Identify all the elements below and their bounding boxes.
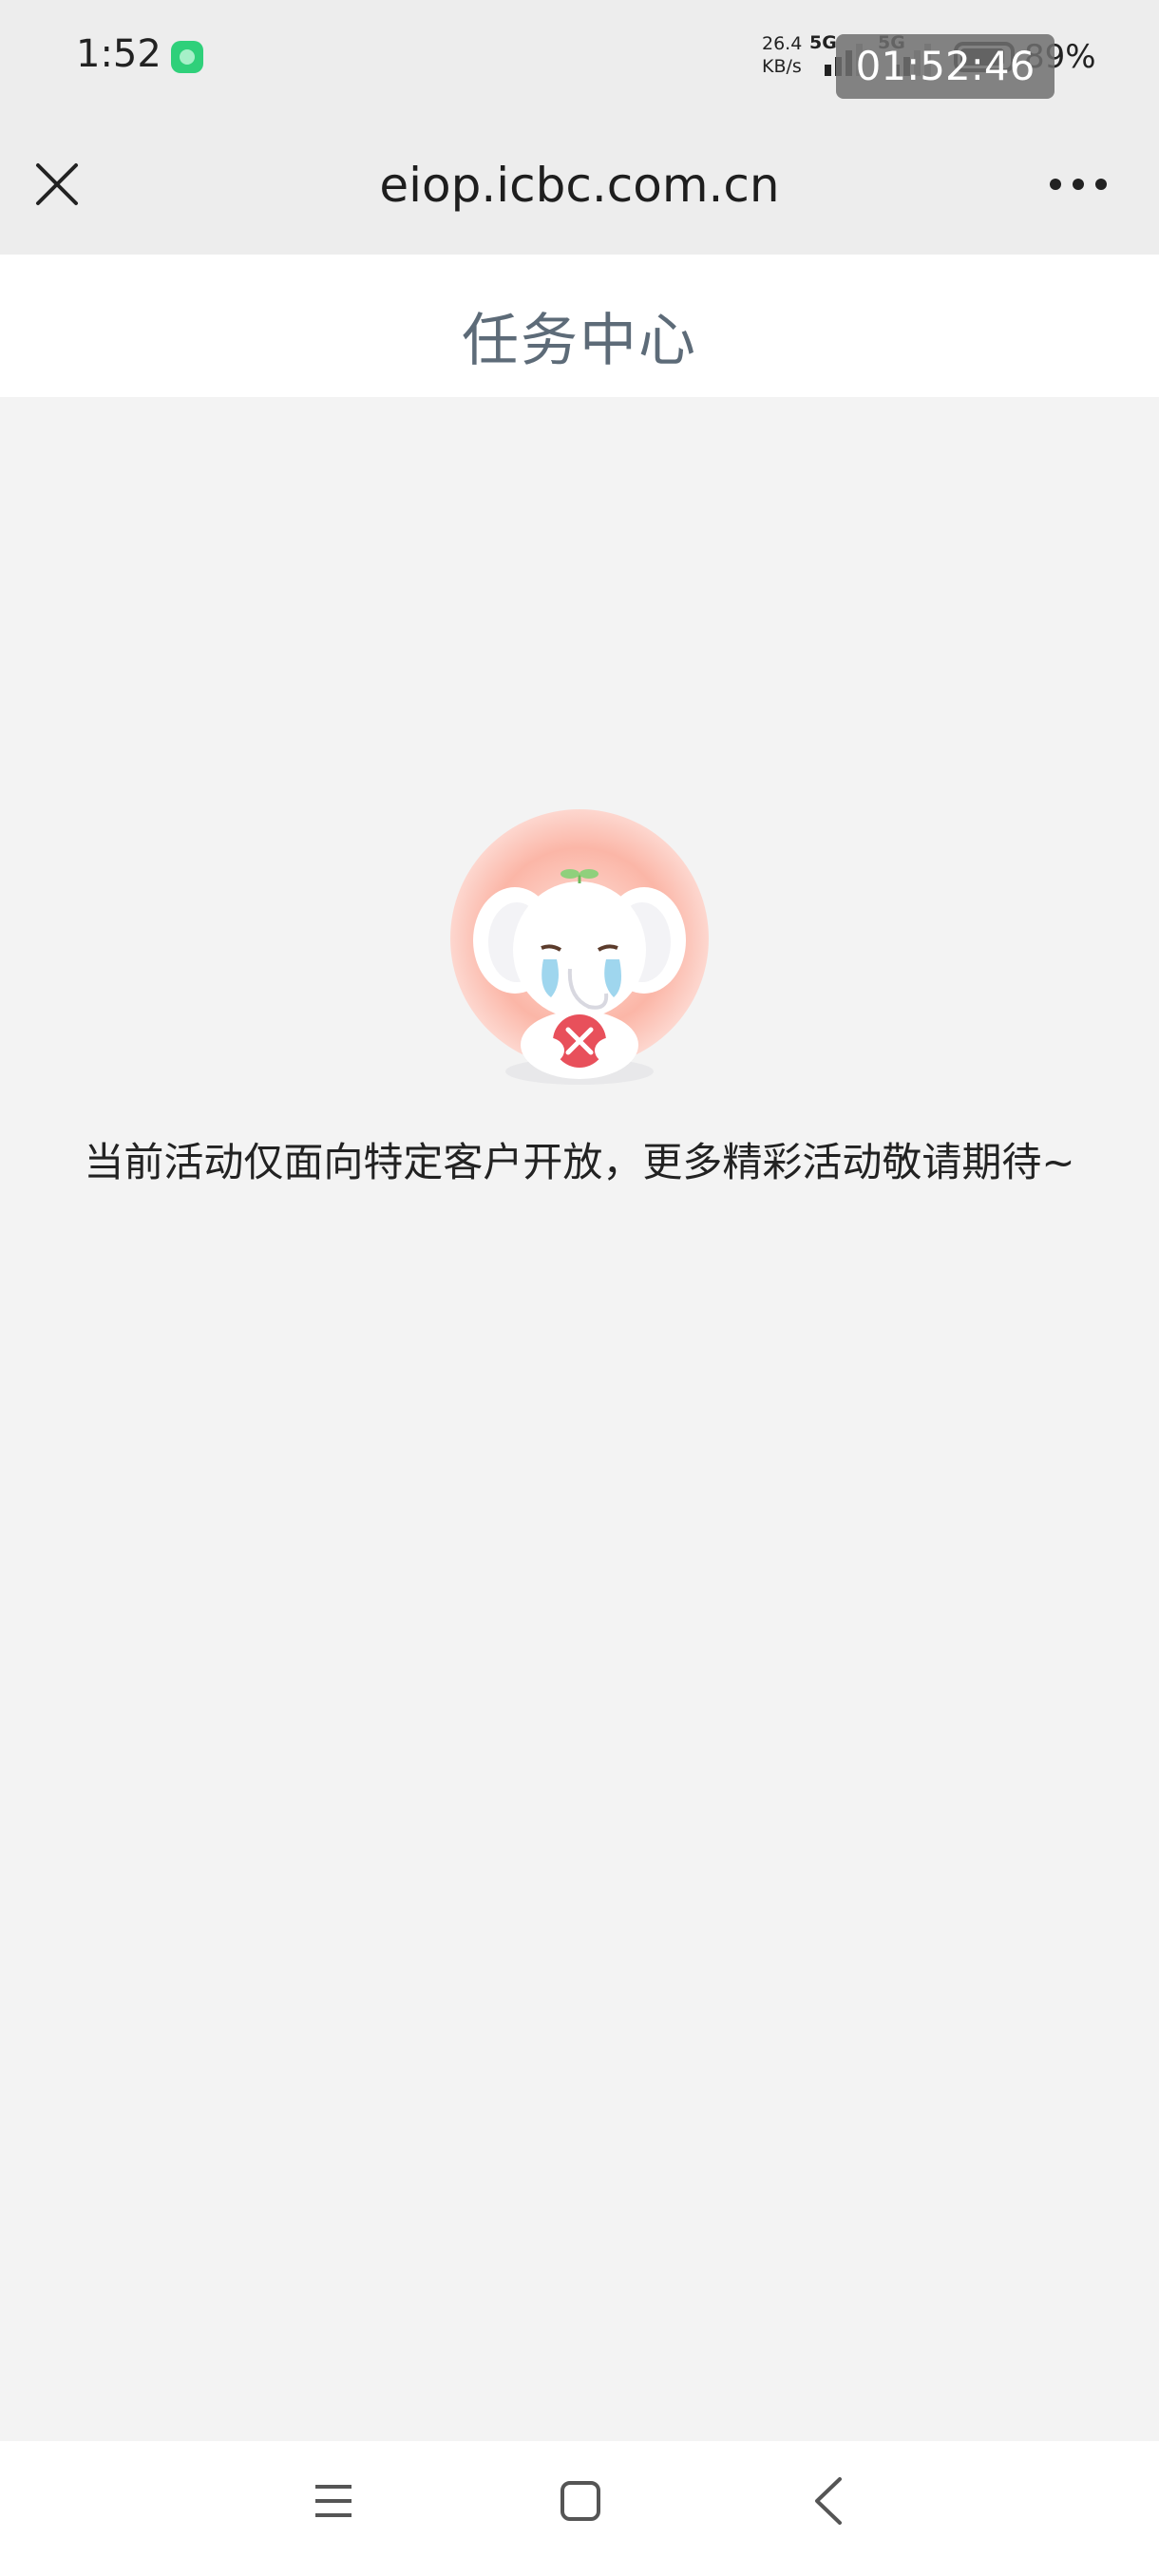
status-bar: 1:52 26.4 KB/s 5G 5G 89% 01:52:46 — [0, 0, 1159, 114]
network-speed-value: 26.4 — [762, 33, 803, 54]
empty-state-message: 当前活动仅面向特定客户开放，更多精彩活动敬请期待~ — [84, 1139, 1075, 1185]
home-icon[interactable] — [559, 2479, 602, 2523]
recording-timer: 01:52:46 — [836, 34, 1054, 99]
crying-elephant-illustration — [450, 809, 709, 1085]
more-dots-icon[interactable] — [1047, 165, 1110, 203]
page-title: 任务中心 — [462, 308, 697, 374]
system-nav-bar — [0, 2441, 1159, 2576]
menu-icon[interactable] — [312, 2479, 355, 2523]
network-speed-unit: KB/s — [762, 56, 802, 77]
network-speed: 26.4 KB/s — [762, 32, 802, 78]
app-notification-icon — [171, 41, 203, 73]
page-header: 任务中心 — [0, 255, 1159, 397]
browser-toolbar: eiop.icbc.com.cn — [0, 114, 1159, 255]
status-time: 1:52 — [76, 32, 162, 76]
page-url: eiop.icbc.com.cn — [379, 158, 780, 213]
back-icon[interactable] — [809, 2475, 847, 2527]
